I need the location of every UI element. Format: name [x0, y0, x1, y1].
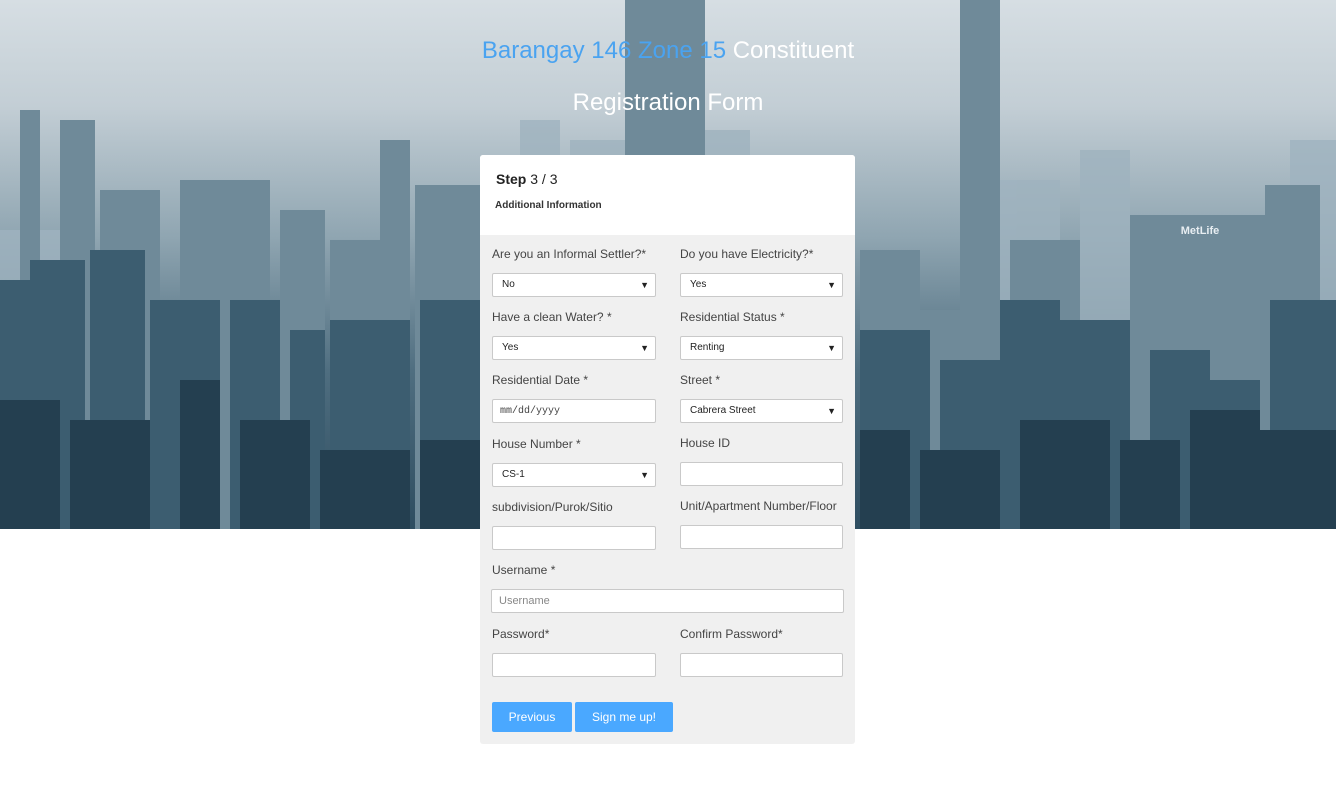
unit-label: Unit/Apartment Number/Floor [680, 499, 837, 513]
caret-down-icon: ▼ [827, 406, 836, 416]
subdivision-input[interactable] [492, 526, 656, 550]
username-placeholder: Username [499, 595, 550, 607]
password-label: Password* [492, 627, 550, 641]
street-value: Cabrera Street [690, 405, 756, 416]
informal-settler-select[interactable]: No ▼ [492, 273, 656, 297]
informal-settler-label: Are you an Informal Settler?* [492, 247, 647, 261]
confirm-password-input[interactable] [680, 653, 843, 677]
house-id-label: House ID [680, 436, 731, 450]
username-input[interactable]: Username [491, 589, 844, 613]
step-label: Step [496, 171, 527, 187]
username-label: Username * [492, 563, 556, 577]
residential-status-label: Residential Status * [680, 310, 785, 324]
page-subtitle: Registration Form [572, 89, 764, 116]
electricity-select[interactable]: Yes ▼ [680, 273, 843, 297]
residential-date-input[interactable]: mm/dd/yyyy [492, 399, 656, 423]
clean-water-label: Have a clean Water? * [492, 310, 612, 324]
section-heading: Additional Information [495, 200, 602, 211]
subdivision-label: subdivision/Purok/Sitio [492, 500, 613, 514]
caret-down-icon: ▼ [827, 343, 836, 353]
title-accent: Barangay 146 Zone 15 [481, 37, 727, 64]
electricity-label: Do you have Electricity?* [680, 247, 814, 261]
clean-water-value: Yes [502, 342, 519, 353]
residential-date-label: Residential Date * [492, 373, 589, 387]
caret-down-icon: ▼ [640, 470, 649, 480]
house-number-select[interactable]: CS-1 ▼ [492, 463, 656, 487]
registration-card: Step 3 / 3 Additional Information Are yo… [480, 155, 855, 744]
residential-date-placeholder: mm/dd/yyyy [500, 406, 561, 417]
street-select[interactable]: Cabrera Street ▼ [680, 399, 843, 423]
page-title: Barangay 146 Zone 15 Constituent [0, 37, 1336, 65]
informal-settler-value: No [502, 279, 515, 290]
house-number-value: CS-1 [502, 469, 525, 480]
step-value: 3 / 3 [530, 171, 558, 187]
title-rest: Constituent [732, 37, 855, 64]
svg-text:MetLife: MetLife [1181, 225, 1220, 237]
street-label: Street * [680, 373, 721, 387]
caret-down-icon: ▼ [640, 280, 649, 290]
residential-status-value: Renting [690, 342, 725, 353]
house-id-input[interactable] [680, 462, 843, 486]
step-indicator: Step 3 / 3 [496, 171, 557, 187]
sign-up-button[interactable]: Sign me up! [575, 702, 673, 732]
residential-status-select[interactable]: Renting ▼ [680, 336, 843, 360]
password-input[interactable] [492, 653, 656, 677]
clean-water-select[interactable]: Yes ▼ [492, 336, 656, 360]
caret-down-icon: ▼ [640, 343, 649, 353]
electricity-value: Yes [690, 279, 707, 290]
unit-input[interactable] [680, 525, 843, 549]
previous-button[interactable]: Previous [492, 702, 572, 732]
caret-down-icon: ▼ [827, 280, 836, 290]
card-header: Step 3 / 3 Additional Information [480, 155, 855, 235]
house-number-label: House Number * [492, 437, 581, 451]
confirm-password-label: Confirm Password* [680, 627, 783, 641]
